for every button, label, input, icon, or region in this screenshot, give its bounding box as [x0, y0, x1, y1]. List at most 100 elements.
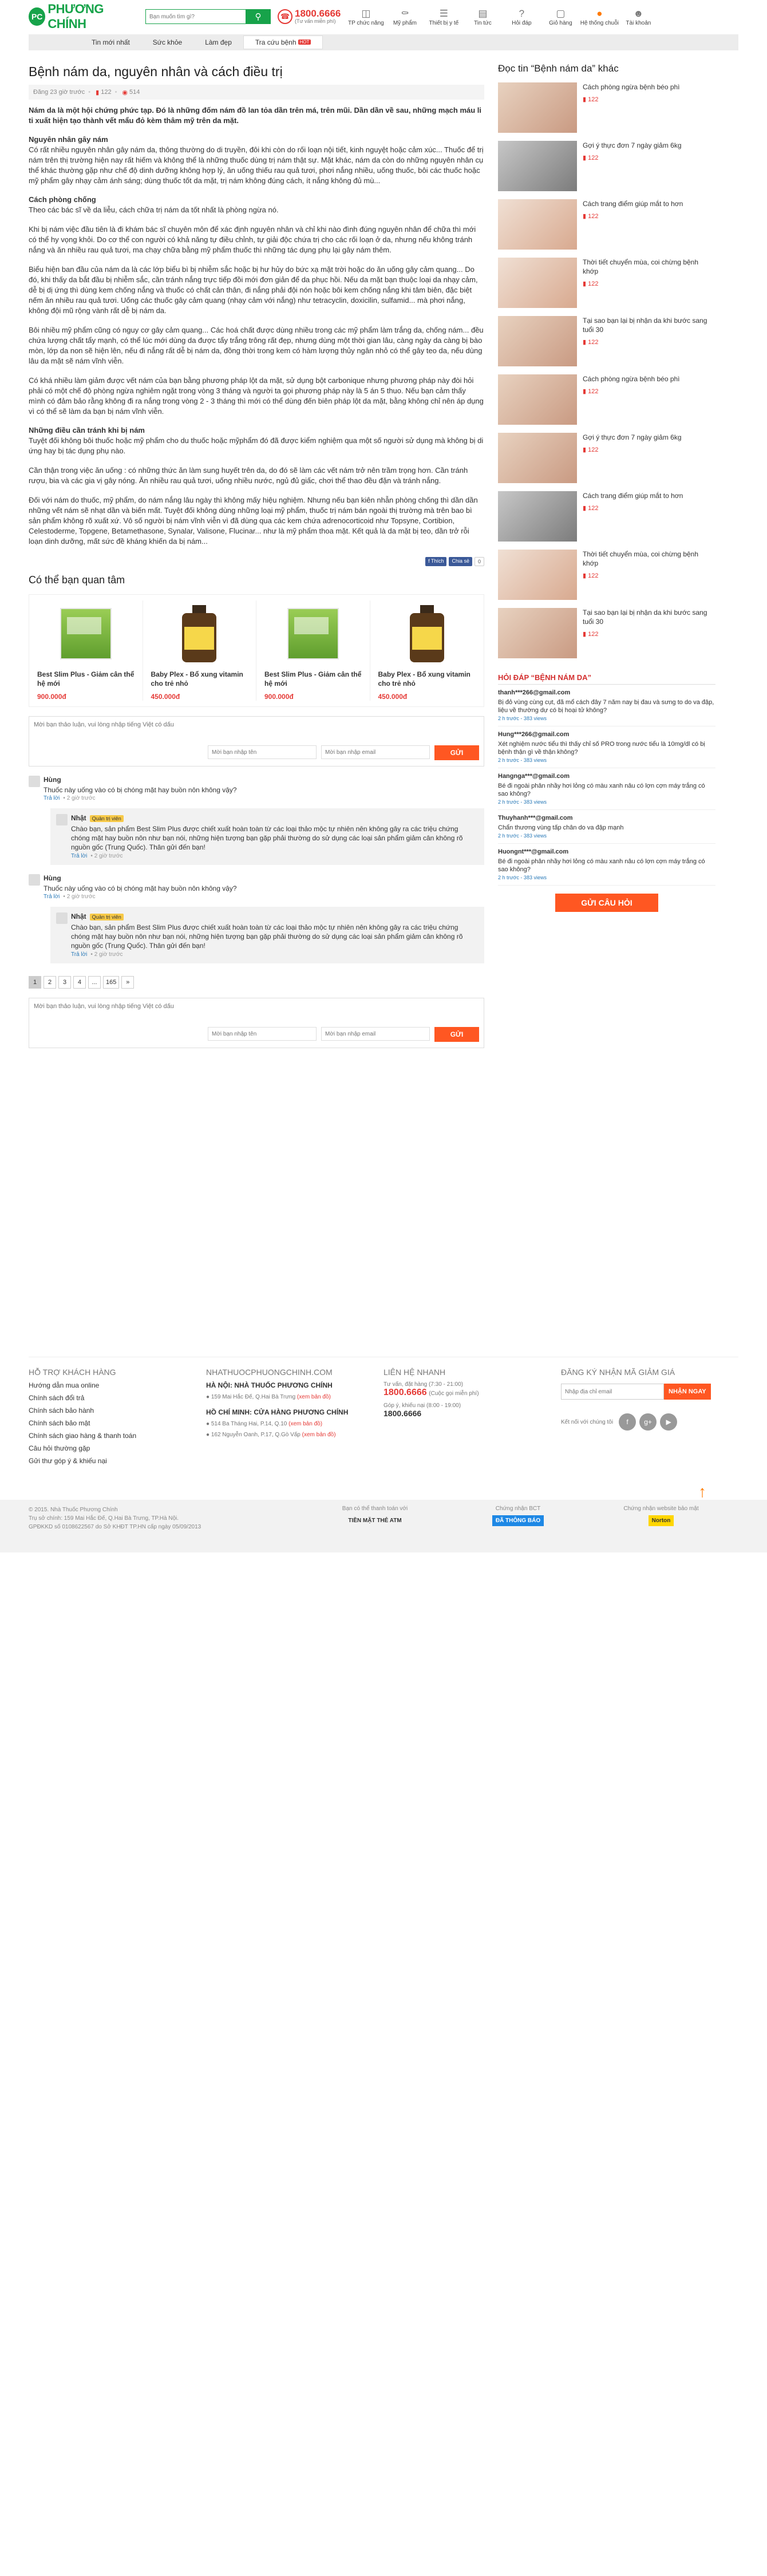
footer-link[interactable]: Chính sách bảo mật	[29, 1419, 206, 1427]
menu-disease-lookup[interactable]: Tra cứu bệnh HOT	[243, 35, 323, 49]
page-4[interactable]: 4	[73, 976, 86, 989]
ask-question-button[interactable]: GỬI CÂU HỎI	[555, 894, 658, 912]
question-text[interactable]: Bé đi ngoài phân nhầy hơi lỏng có màu xa…	[498, 858, 715, 874]
product-name[interactable]: Baby Plex - Bổ xung vitamin cho trẻ nhỏ	[378, 670, 476, 689]
comment-textarea[interactable]	[34, 1003, 479, 1022]
product-card[interactable]: Baby Plex - Bổ xung vitamin cho trẻ nhỏ 4…	[143, 600, 256, 701]
logo[interactable]: PC PHƯƠNG CHÍNH	[29, 2, 137, 31]
nav-stores[interactable]: ● Hệ thống chuỗi	[580, 7, 619, 26]
map-link[interactable]: (xem bản đồ)	[297, 1394, 331, 1400]
related-article[interactable]: Thời tiết chuyển mùa, coi chừng bệnh khớ…	[498, 258, 715, 308]
page-1[interactable]: 1	[29, 976, 41, 989]
bct-badge[interactable]: ĐÃ THÔNG BÁO	[492, 1515, 544, 1526]
send-comment-button[interactable]: GỬI	[434, 745, 479, 760]
menu-beauty[interactable]: Làm đẹp	[193, 34, 243, 50]
comment-textarea[interactable]	[34, 721, 479, 741]
related-article-title[interactable]: Thời tiết chuyển mùa, coi chừng bệnh khớ…	[583, 258, 715, 276]
faq-item[interactable]: Hung***266@gmail.com Xét nghiệm nước tiểu…	[498, 726, 715, 768]
email-field[interactable]	[321, 1027, 430, 1041]
faq-item[interactable]: Thuyhanh***@gmail.com Chẩn thương vùng tấ…	[498, 810, 715, 844]
faq-item[interactable]: Huongnt***@gmail.com Bé đi ngoài phân nhầ…	[498, 844, 715, 886]
reply-link[interactable]: Trả lời	[71, 951, 87, 958]
article-thumbnail[interactable]	[498, 374, 577, 425]
related-article[interactable]: Gợi ý thực đơn 7 ngày giảm 6kg ▮ 122	[498, 141, 715, 191]
related-article-title[interactable]: Thời tiết chuyển mùa, coi chừng bệnh khớ…	[583, 550, 715, 568]
footer-link[interactable]: Câu hỏi thường gặp	[29, 1444, 206, 1452]
facebook-share-button[interactable]: Chia sẻ	[449, 557, 472, 566]
product-name[interactable]: Best Slim Plus - Giảm cân thể hệ mới	[264, 670, 362, 689]
facebook-icon[interactable]: f	[619, 1413, 636, 1431]
question-text[interactable]: Bị đỏ vùng cùng cụt, đã mổ cách đây 7 nă…	[498, 698, 715, 714]
footer-link[interactable]: Chính sách giao hàng & thanh toán	[29, 1432, 206, 1440]
subscribe-email-input[interactable]	[561, 1384, 664, 1400]
facebook-like-button[interactable]: f Thích	[425, 557, 447, 566]
faq-item[interactable]: Hangnga***@gmail.com Bé đi ngoài phân nhầ…	[498, 768, 715, 810]
article-thumbnail[interactable]	[498, 316, 577, 366]
footer-link[interactable]: Chính sách bảo hành	[29, 1406, 206, 1415]
search-input[interactable]	[145, 9, 246, 24]
page-next[interactable]: »	[121, 976, 135, 989]
question-text[interactable]: Chẩn thương vùng tấp chân do va đập mạnh	[498, 824, 715, 832]
reply-link[interactable]: Trả lời	[71, 853, 87, 859]
footer-link[interactable]: Gửi thư góp ý & khiếu nại	[29, 1457, 206, 1465]
product-name[interactable]: Best Slim Plus - Giảm cân thể hệ mới	[37, 670, 135, 689]
related-article[interactable]: Thời tiết chuyển mùa, coi chừng bệnh khớ…	[498, 550, 715, 600]
product-name[interactable]: Baby Plex - Bổ xung vitamin cho trẻ nhỏ	[151, 670, 248, 689]
related-article-title[interactable]: Gợi ý thực đơn 7 ngày giảm 6kg	[583, 141, 682, 150]
related-article[interactable]: Cách phòng ngừa bệnh béo phì ▮ 122	[498, 82, 715, 133]
hotline[interactable]: ☎ 1800.6666 (Tư vấn miễn phí)	[278, 9, 341, 24]
article-thumbnail[interactable]	[498, 82, 577, 133]
reply-link[interactable]: Trả lời	[44, 894, 60, 900]
related-article-title[interactable]: Cách trang điểm giúp mắt to hơn	[583, 491, 683, 500]
related-article-title[interactable]: Gợi ý thực đơn 7 ngày giảm 6kg	[583, 433, 682, 442]
faq-item[interactable]: thanh***266@gmail.com Bị đỏ vùng cùng cụt…	[498, 685, 715, 726]
google-plus-icon[interactable]: g+	[639, 1413, 657, 1431]
menu-health[interactable]: Sức khỏe	[141, 34, 193, 50]
youtube-icon[interactable]: ▶	[660, 1413, 678, 1431]
nav-news[interactable]: ▤ Tin tức	[463, 7, 502, 26]
article-thumbnail[interactable]	[498, 141, 577, 191]
name-field[interactable]	[208, 1027, 317, 1041]
nav-cosmetics[interactable]: ⚰ Mỹ phẩm	[385, 7, 424, 26]
question-text[interactable]: Xét nghiệm nước tiểu thì thấy chỉ số PRO…	[498, 740, 715, 756]
subscribe-button[interactable]: NHẬN NGAY	[664, 1384, 711, 1400]
contact-number[interactable]: 1800.6666	[384, 1388, 427, 1397]
related-article[interactable]: Cách phòng ngừa bệnh béo phì ▮ 122	[498, 374, 715, 425]
page-2[interactable]: 2	[44, 976, 56, 989]
article-thumbnail[interactable]	[498, 550, 577, 600]
question-text[interactable]: Bé đi ngoài phân nhầy hơi lỏng có màu xa…	[498, 782, 715, 798]
send-comment-button[interactable]: GỬI	[434, 1027, 479, 1042]
back-to-top-icon[interactable]: ↑	[698, 1483, 706, 1501]
nav-faq[interactable]: ? Hỏi đáp	[502, 7, 541, 26]
norton-badge[interactable]: Norton	[648, 1515, 674, 1526]
map-link[interactable]: (xem bản đồ)	[302, 1432, 336, 1438]
article-thumbnail[interactable]	[498, 433, 577, 483]
menu-latest[interactable]: Tin mới nhất	[80, 34, 141, 50]
related-article-title[interactable]: Tại sao bạn lại bị nhận da khi bước sang…	[583, 316, 715, 334]
related-article[interactable]: Gợi ý thực đơn 7 ngày giảm 6kg ▮ 122	[498, 433, 715, 483]
article-thumbnail[interactable]	[498, 608, 577, 658]
related-article-title[interactable]: Cách trang điểm giúp mắt to hơn	[583, 199, 683, 208]
article-thumbnail[interactable]	[498, 491, 577, 542]
reply-link[interactable]: Trả lời	[44, 795, 60, 801]
footer-link[interactable]: Hướng dẫn mua online	[29, 1381, 206, 1389]
nav-account[interactable]: ☻ Tài khoản	[619, 7, 658, 26]
page-3[interactable]: 3	[58, 976, 71, 989]
related-article-title[interactable]: Tại sao bạn lại bị nhận da khi bước sang…	[583, 608, 715, 626]
product-card[interactable]: Best Slim Plus - Giảm cân thể hệ mới 900.…	[256, 600, 370, 701]
related-article[interactable]: Cách trang điểm giúp mắt to hơn ▮ 122	[498, 199, 715, 250]
related-article[interactable]: Tại sao bạn lại bị nhận da khi bước sang…	[498, 316, 715, 366]
page-last[interactable]: 165	[103, 976, 120, 989]
related-article[interactable]: Tại sao bạn lại bị nhận da khi bước sang…	[498, 608, 715, 658]
contact-number[interactable]: 1800.6666	[384, 1409, 561, 1418]
product-card[interactable]: Best Slim Plus - Giảm cân thể hệ mới 900.…	[29, 600, 143, 701]
nav-functional-food[interactable]: ◫ TP chức năng	[346, 7, 385, 26]
related-article-title[interactable]: Cách phòng ngừa bệnh béo phì	[583, 374, 680, 384]
nav-cart[interactable]: ▢ Giỏ hàng	[541, 7, 580, 26]
related-article[interactable]: Cách trang điểm giúp mắt to hơn ▮ 122	[498, 491, 715, 542]
name-field[interactable]	[208, 745, 317, 759]
search-button[interactable]: ⚲	[246, 9, 271, 24]
article-thumbnail[interactable]	[498, 199, 577, 250]
related-article-title[interactable]: Cách phòng ngừa bệnh béo phì	[583, 82, 680, 92]
email-field[interactable]	[321, 745, 430, 759]
